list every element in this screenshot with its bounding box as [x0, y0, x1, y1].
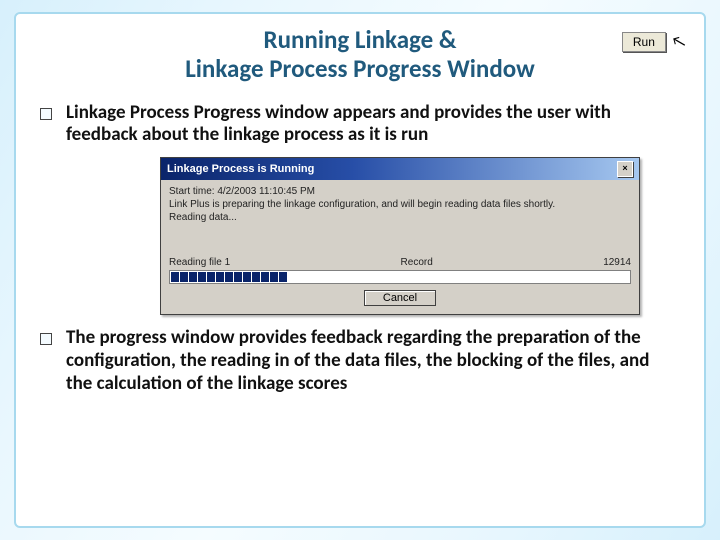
progress-seg: [198, 272, 206, 282]
progress-dialog: Linkage Process is Running × Start time:…: [160, 157, 640, 315]
progress-bar: [169, 270, 631, 284]
progress-seg: [261, 272, 269, 282]
progress-seg: [216, 272, 224, 282]
progress-seg: [270, 272, 278, 282]
run-button[interactable]: Run: [622, 32, 666, 52]
dialog-status-line: Link Plus is preparing the linkage confi…: [169, 199, 631, 210]
title-line1: Running Linkage &: [264, 24, 457, 55]
record-value: 12914: [603, 257, 631, 268]
progress-seg: [243, 272, 251, 282]
bullet-2: The progress window provides feedback re…: [40, 327, 680, 395]
dialog-titlebar: Linkage Process is Running ×: [161, 158, 639, 180]
spacer: [169, 225, 631, 255]
dialog-start-time: Start time: 4/2/2003 11:10:45 PM: [169, 186, 631, 197]
progress-seg: [252, 272, 260, 282]
close-icon[interactable]: ×: [617, 161, 633, 177]
reading-file-label: Reading file 1: [169, 257, 230, 268]
bullet-2-text: The progress window provides feedback re…: [66, 327, 680, 395]
dialog-reading-line: Reading data...: [169, 212, 631, 223]
slide: Running Linkage & Linkage Process Progre…: [0, 0, 720, 540]
title-row: Running Linkage & Linkage Process Progre…: [40, 26, 680, 84]
bullet-1: Linkage Process Progress window appears …: [40, 102, 680, 148]
dialog-labels-row: Reading file 1 Record 12914: [169, 257, 631, 268]
bullet-icon: [40, 333, 52, 345]
run-illustration: Run ↖: [622, 32, 686, 52]
bullet-1-text: Linkage Process Progress window appears …: [66, 102, 680, 148]
bullet-icon: [40, 108, 52, 120]
dialog-title: Linkage Process is Running: [167, 163, 314, 175]
progress-seg: [207, 272, 215, 282]
progress-seg: [189, 272, 197, 282]
title-line2: Linkage Process Progress Window: [185, 53, 535, 84]
page-title: Running Linkage & Linkage Process Progre…: [40, 26, 680, 84]
progress-seg: [225, 272, 233, 282]
dialog-button-row: Cancel: [169, 290, 631, 306]
progress-seg: [171, 272, 179, 282]
cancel-button[interactable]: Cancel: [364, 290, 436, 306]
dialog-body: Start time: 4/2/2003 11:10:45 PM Link Pl…: [161, 180, 639, 314]
progress-dialog-wrap: Linkage Process is Running × Start time:…: [160, 157, 640, 315]
progress-seg: [279, 272, 287, 282]
content-box: Running Linkage & Linkage Process Progre…: [14, 12, 706, 528]
progress-seg: [234, 272, 242, 282]
progress-seg: [180, 272, 188, 282]
cursor-icon: ↖: [670, 31, 689, 53]
record-label: Record: [401, 257, 433, 268]
